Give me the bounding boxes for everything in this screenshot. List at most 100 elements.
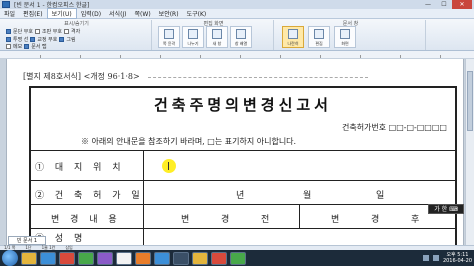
- check-label: 문서 탭: [31, 44, 47, 50]
- before-char: 전: [261, 215, 270, 225]
- year-label: 년: [236, 191, 245, 201]
- ruler-tick: [440, 55, 441, 58]
- new-window-button[interactable]: 새 창: [206, 26, 228, 48]
- button-label: 화면: [341, 41, 349, 46]
- form-meta-line: [별지 제8호서식] <개정 96·1·8>: [23, 71, 369, 82]
- vertical-scrollbar[interactable]: [465, 59, 474, 245]
- ruler[interactable]: [0, 51, 474, 59]
- check-label: 투명 선: [13, 37, 29, 43]
- table-row[interactable]: ① 대 지 위 치: [31, 150, 455, 181]
- split-icon: [188, 29, 198, 39]
- app-icon[interactable]: [173, 251, 189, 265]
- column-divider: [143, 151, 144, 181]
- menu-security[interactable]: 보안(R): [155, 9, 183, 18]
- close-button[interactable]: ✕: [452, 0, 472, 9]
- text-cursor: [168, 162, 169, 170]
- after-char: 경: [371, 215, 380, 225]
- ruler-tick: [80, 55, 81, 58]
- start-button[interactable]: [2, 250, 18, 266]
- app-icon[interactable]: [116, 251, 132, 265]
- checkbox-proof-mark[interactable]: [30, 37, 36, 42]
- meta-divider: [148, 76, 369, 78]
- menu-edit[interactable]: 편집(E): [19, 9, 47, 18]
- ruler-tick: [120, 55, 121, 58]
- app-window: [빈 문서 1 - 한컴오피스 한글] — ☐ ✕ 파일 편집(E) 보기(U)…: [0, 0, 474, 266]
- menu-bar: 파일 편집(E) 보기(U) 입력(D) 서식(J) 쪽(W) 보안(R) 도구…: [0, 8, 474, 19]
- ruler-tick: [400, 55, 401, 58]
- side-by-side-button[interactable]: 나란히: [282, 26, 304, 48]
- app-icon[interactable]: [230, 251, 246, 265]
- form-number: [별지 제8호서식] <개정 96·1·8>: [23, 72, 140, 81]
- app-icon[interactable]: [97, 251, 113, 265]
- ribbon-group-edit-view: 편집 화면 쪽 윤곽 나누기 새 창 창 배열: [154, 20, 274, 50]
- app-icon[interactable]: [192, 251, 208, 265]
- file-explorer-icon[interactable]: [21, 251, 37, 265]
- row-label-changes: 변 경 내 용: [51, 215, 121, 225]
- system-tray: 오후 5:11 2016-04-20: [422, 250, 472, 266]
- ime-indicator[interactable]: 가 한 ⌨: [428, 204, 464, 214]
- network-icon[interactable]: [422, 255, 429, 261]
- button-label: 창 배열: [234, 41, 248, 46]
- row-label-site: ① 대 지 위 치: [35, 163, 125, 173]
- volume-icon[interactable]: [432, 255, 439, 261]
- maximize-button[interactable]: ☐: [436, 0, 452, 9]
- month-label: 월: [303, 191, 312, 201]
- menu-page[interactable]: 쪽(W): [131, 9, 155, 18]
- arrange-windows-button[interactable]: 창 배열: [230, 26, 252, 48]
- document-area: [별지 제8호서식] <개정 96·1·8> 건축주명의변경신고서 건축허가번호…: [0, 59, 474, 247]
- page-outline-button[interactable]: 쪽 윤곽: [158, 26, 180, 48]
- mouse-highlight: [162, 159, 176, 173]
- document-tab[interactable]: 빈 문서 1: [8, 236, 46, 245]
- day-label: 일: [376, 191, 385, 201]
- menu-tools[interactable]: 도구(K): [183, 9, 211, 18]
- table-row[interactable]: ② 건 축 허 가 일 년 월 일: [31, 180, 455, 205]
- button-label: 쪽 윤곽: [162, 41, 176, 46]
- browser-icon[interactable]: [40, 251, 56, 265]
- column-divider: [143, 181, 144, 205]
- after-char: 후: [411, 215, 420, 225]
- menu-file[interactable]: 파일: [0, 9, 19, 18]
- check-label: 조판 부호: [42, 29, 62, 35]
- menu-format[interactable]: 서식(J): [105, 9, 131, 18]
- menu-insert[interactable]: 입력(D): [77, 9, 105, 18]
- scrollbar-thumb[interactable]: [467, 71, 473, 131]
- table-row[interactable]: ③ 성 명: [31, 228, 455, 247]
- checkbox-memo[interactable]: [6, 44, 11, 49]
- hwp-taskbar-icon[interactable]: [154, 251, 170, 265]
- minimize-button[interactable]: —: [420, 0, 436, 9]
- taskbar: 오후 5:11 2016-04-20: [0, 250, 474, 266]
- split-button[interactable]: 나누기: [182, 26, 204, 48]
- screen-button[interactable]: 화면: [334, 26, 356, 48]
- ruler-tick: [40, 55, 41, 58]
- button-label: 나누기: [187, 41, 199, 46]
- after-char: 변: [331, 215, 340, 225]
- app-icon[interactable]: [211, 251, 227, 265]
- clock[interactable]: 오후 5:11 2016-04-20: [443, 252, 472, 264]
- menu-view[interactable]: 보기(U): [46, 8, 77, 19]
- checkbox-picture[interactable]: [59, 37, 65, 42]
- column-divider: [143, 205, 144, 229]
- side-by-side-icon: [288, 29, 298, 39]
- button-label: 나란히: [287, 41, 299, 46]
- document-page[interactable]: [별지 제8호서식] <개정 96·1·8> 건축주명의변경신고서 건축허가번호…: [6, 59, 464, 247]
- ribbon-toolbar: 표시/숨기기 문단 부호 조판 부호 격자 투명 선 교정 부호 그림 메모 문…: [0, 19, 474, 51]
- edit-icon: [314, 29, 324, 39]
- ribbon-group-label: 표시/숨기기: [64, 21, 89, 27]
- app-icon[interactable]: [78, 251, 94, 265]
- hwp-app-icon[interactable]: [2, 1, 10, 8]
- checkbox-paragraph-mark[interactable]: [6, 29, 11, 34]
- ribbon-group-doc-window: 문서 창 나란히 편집 화면: [276, 20, 426, 50]
- check-label: 문단 부호: [13, 29, 33, 35]
- app-icon[interactable]: [135, 251, 151, 265]
- checkbox-doc-tab[interactable]: [24, 44, 30, 49]
- check-label: 그림: [66, 37, 76, 43]
- edit-mode-button[interactable]: 편집: [308, 26, 330, 48]
- table-row[interactable]: 변 경 내 용 변 경 전 변 경 후: [31, 204, 455, 229]
- arrange-icon: [236, 29, 246, 39]
- checkbox-grid[interactable]: [64, 29, 69, 34]
- checkbox-layout-mark[interactable]: [35, 29, 40, 34]
- media-player-icon[interactable]: [59, 251, 75, 265]
- check-label: 메모: [13, 44, 23, 50]
- form-table: 건축주명의변경신고서 건축허가번호 □□-□-□□□□ ※ 아래의 안내문을 참…: [29, 86, 457, 247]
- checkbox-transparent-line[interactable]: [6, 37, 11, 42]
